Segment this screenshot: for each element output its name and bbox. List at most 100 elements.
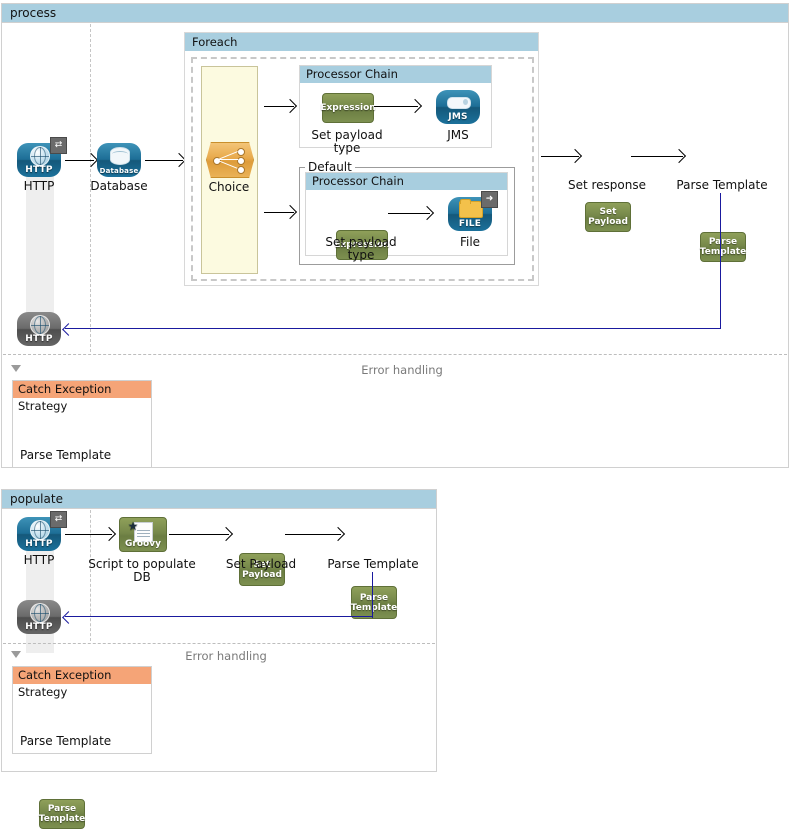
catch-exception-strategy-1-header: Catch Exception Strategy bbox=[13, 381, 151, 398]
http-response-icon-label: HTTP bbox=[17, 334, 61, 344]
response-line-vertical bbox=[372, 572, 373, 618]
globe-icon bbox=[30, 146, 50, 166]
error-handling-toggle-icon[interactable] bbox=[11, 651, 21, 658]
processor-chain-2-title: Processor Chain bbox=[312, 174, 404, 188]
parse-template-icon-line1: Parse bbox=[360, 593, 388, 603]
expression-component-1[interactable]: Expression bbox=[322, 93, 374, 123]
http-inbound-endpoint[interactable]: HTTP ⇄ bbox=[17, 143, 61, 177]
set-payload-icon-line2: Payload bbox=[242, 570, 282, 580]
groovy-script-component[interactable]: ★ Groovy bbox=[119, 517, 167, 552]
database-connector[interactable]: Database bbox=[97, 143, 141, 177]
exception-parse-template-2[interactable]: Parse Template bbox=[39, 799, 85, 829]
parse-template-icon-line1: Parse bbox=[48, 804, 76, 814]
http-response-icon-label: HTTP bbox=[17, 622, 61, 632]
http-inbound-label: HTTP bbox=[2, 554, 76, 567]
choice-router-icon bbox=[206, 142, 254, 178]
catch-exception-strategy-1-title: Catch Exception Strategy bbox=[18, 382, 111, 413]
response-line-vertical bbox=[720, 193, 721, 329]
arrowhead-setresponse-to-parsetemplate bbox=[672, 149, 686, 163]
foreach-scope-header: Foreach bbox=[185, 33, 538, 51]
flow-process-title: process bbox=[10, 6, 56, 20]
choice-node-dot bbox=[237, 148, 245, 156]
http-icon-label: HTTP bbox=[17, 539, 61, 549]
parse-template-icon-line2: Template bbox=[39, 814, 85, 824]
error-handling-toggle-icon[interactable] bbox=[11, 365, 21, 372]
exception-parse-template-1-label: Parse Template bbox=[14, 449, 114, 462]
parse-template-component[interactable]: Parse Template bbox=[351, 586, 397, 619]
choice-node-dot bbox=[237, 157, 245, 165]
file-endpoint[interactable]: FILE ➜ bbox=[448, 197, 492, 231]
globe-icon bbox=[30, 603, 50, 623]
http-icon-label: HTTP bbox=[17, 165, 61, 175]
jms-tube-icon bbox=[447, 97, 471, 109]
parse-template-component[interactable]: Parse Template bbox=[700, 232, 746, 262]
file-icon: FILE ➜ bbox=[448, 197, 492, 231]
outbound-badge-icon: ➜ bbox=[481, 191, 498, 208]
choice-node-dot bbox=[237, 166, 245, 174]
groovy-star-icon: ★ bbox=[127, 520, 139, 532]
choice-branch-line bbox=[218, 159, 238, 160]
flow-populate-header: populate bbox=[2, 490, 436, 509]
catch-exception-strategy-2-title: Catch Exception Strategy bbox=[18, 668, 111, 699]
set-payload-type-1-label: Set payload type bbox=[300, 129, 394, 155]
response-line-arrowhead bbox=[62, 323, 75, 336]
catch-exception-strategy-2-header: Catch Exception Strategy bbox=[13, 667, 151, 684]
arrowhead-http-to-groovy bbox=[102, 527, 116, 541]
http-response-endpoint[interactable]: HTTP bbox=[17, 312, 61, 346]
http-endpoint-icon: HTTP ⇄ bbox=[17, 517, 61, 551]
choice-label: Choice bbox=[192, 181, 266, 194]
database-icon-label: Database bbox=[97, 167, 141, 175]
parse-template-icon-line2: Template bbox=[351, 603, 397, 613]
jms-endpoint[interactable]: JMS bbox=[436, 90, 480, 124]
set-payload-icon-line2: Payload bbox=[588, 217, 628, 227]
processor-chain-1-title: Processor Chain bbox=[306, 67, 398, 81]
set-payload-label: Set Payload bbox=[214, 558, 308, 571]
http-inbound-label: HTTP bbox=[2, 180, 76, 193]
error-handling-separator bbox=[3, 354, 787, 355]
processor-chain-2-header: Processor Chain bbox=[306, 173, 507, 190]
jms-icon: JMS bbox=[436, 90, 480, 124]
request-response-badge-icon: ⇄ bbox=[50, 137, 67, 154]
groovy-icon-label: Groovy bbox=[120, 539, 166, 549]
file-label: File bbox=[433, 236, 507, 249]
parse-template-label: Parse Template bbox=[326, 558, 420, 571]
response-line-arrowhead bbox=[62, 611, 75, 624]
http-endpoint-icon: HTTP ⇄ bbox=[17, 143, 61, 177]
file-icon-label: FILE bbox=[448, 219, 492, 229]
choice-router[interactable] bbox=[206, 142, 254, 178]
set-response-label: Set response bbox=[560, 179, 654, 192]
error-handling-label: Error handling bbox=[126, 649, 326, 663]
arrowhead-http-to-database bbox=[84, 153, 98, 167]
set-payload-icon-line1: Set bbox=[600, 207, 617, 217]
choice-branch-line bbox=[218, 160, 238, 169]
error-handling-label: Error handling bbox=[302, 363, 502, 377]
set-response-component[interactable]: Set Payload bbox=[585, 202, 631, 232]
http-response-icon: HTTP bbox=[17, 600, 61, 634]
http-inbound-endpoint[interactable]: HTTP ⇄ bbox=[17, 517, 61, 551]
parse-template-icon-line1: Parse bbox=[709, 237, 737, 247]
foreach-scope-title: Foreach bbox=[192, 35, 237, 49]
globe-icon bbox=[30, 520, 50, 540]
flow-populate[interactable]: populate HTTP ⇄ HTTP ★ Groovy Script to … bbox=[1, 489, 437, 772]
response-line-horizontal bbox=[65, 328, 721, 329]
parse-template-label: Parse Template bbox=[675, 179, 769, 192]
file-folder-icon bbox=[459, 201, 483, 218]
jms-label: JMS bbox=[421, 129, 495, 142]
globe-icon bbox=[30, 315, 50, 335]
set-payload-type-2-label: Set payload type bbox=[314, 236, 408, 262]
flow-process[interactable]: process HTTP ⇄ HTTP Database Database Fo… bbox=[1, 3, 789, 468]
http-response-icon: HTTP bbox=[17, 312, 61, 346]
http-response-endpoint[interactable]: HTTP bbox=[17, 600, 61, 634]
arrowhead-foreach-to-setresponse bbox=[568, 149, 582, 163]
flow-process-header: process bbox=[2, 4, 788, 23]
groovy-label-line2: DB bbox=[82, 571, 202, 584]
exception-parse-template-2-label: Parse Template bbox=[14, 735, 114, 748]
arrowhead-groovy-to-setpayload bbox=[219, 527, 233, 541]
request-response-badge-icon: ⇄ bbox=[50, 511, 67, 528]
database-cylinder-icon bbox=[110, 147, 130, 165]
error-handling-separator bbox=[3, 643, 435, 644]
database-label: Database bbox=[82, 180, 156, 193]
processor-chain-1-header: Processor Chain bbox=[300, 66, 491, 83]
jms-icon-label: JMS bbox=[436, 112, 480, 122]
database-icon: Database bbox=[97, 143, 141, 177]
